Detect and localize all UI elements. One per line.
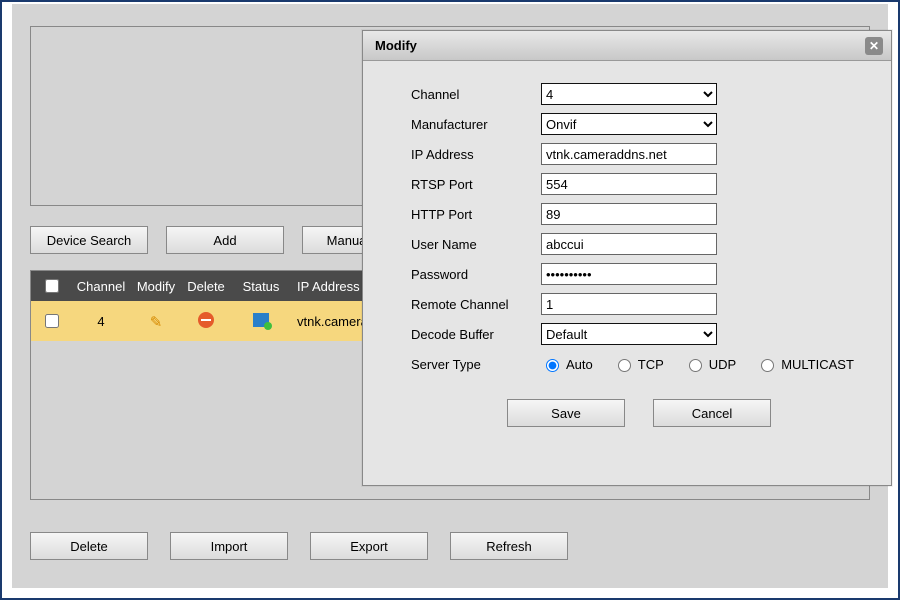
radio-tcp[interactable] [618,359,631,372]
radio-tcp-label: TCP [638,357,664,372]
label-http: HTTP Port [411,207,541,222]
dialog-titlebar: Modify ✕ [363,31,891,61]
device-search-button[interactable]: Device Search [30,226,148,254]
label-remote: Remote Channel [411,297,541,312]
remote-channel-input[interactable] [541,293,717,315]
main-panel: Device Search Add Manual Add Channel Mod… [12,4,888,588]
radio-udp[interactable] [689,359,702,372]
manufacturer-select[interactable]: Onvif [541,113,717,135]
add-button[interactable]: Add [166,226,284,254]
col-modify: Modify [131,279,181,294]
radio-auto[interactable] [546,359,559,372]
monitor-ok-icon [253,313,269,327]
row-channel: 4 [71,314,131,329]
save-button[interactable]: Save [507,399,625,427]
delete-button[interactable]: Delete [30,532,148,560]
dialog-title: Modify [375,38,417,53]
password-input[interactable] [541,263,717,285]
radio-auto-label: Auto [566,357,593,372]
channel-select[interactable]: 4 [541,83,717,105]
server-type-radios: Auto TCP UDP MULTICAST [541,356,854,372]
toolbar-bottom: Delete Import Export Refresh [30,532,568,560]
col-channel: Channel [71,279,131,294]
http-input[interactable] [541,203,717,225]
label-user: User Name [411,237,541,252]
select-all-checkbox[interactable] [45,279,59,293]
modify-dialog: Modify ✕ Channel 4 Manufacturer [362,30,892,486]
col-delete: Delete [181,279,231,294]
label-server: Server Type [411,357,541,372]
label-rtsp: RTSP Port [411,177,541,192]
radio-udp-label: UDP [709,357,736,372]
dialog-form: Channel 4 Manufacturer Onvif [363,61,891,437]
rtsp-input[interactable] [541,173,717,195]
label-password: Password [411,267,541,282]
col-status: Status [231,279,291,294]
label-manufacturer: Manufacturer [411,117,541,132]
row-checkbox[interactable] [45,314,59,328]
ip-input[interactable] [541,143,717,165]
username-input[interactable] [541,233,717,255]
label-channel: Channel [411,87,541,102]
refresh-button[interactable]: Refresh [450,532,568,560]
pencil-icon[interactable] [148,313,164,329]
import-button[interactable]: Import [170,532,288,560]
radio-multicast-label: MULTICAST [781,357,854,372]
close-icon[interactable]: ✕ [865,37,883,55]
radio-multicast[interactable] [761,359,774,372]
cancel-button[interactable]: Cancel [653,399,771,427]
export-button[interactable]: Export [310,532,428,560]
decode-buffer-select[interactable]: Default [541,323,717,345]
minus-circle-icon[interactable] [198,312,214,328]
label-ip: IP Address [411,147,541,162]
label-decode: Decode Buffer [411,327,541,342]
